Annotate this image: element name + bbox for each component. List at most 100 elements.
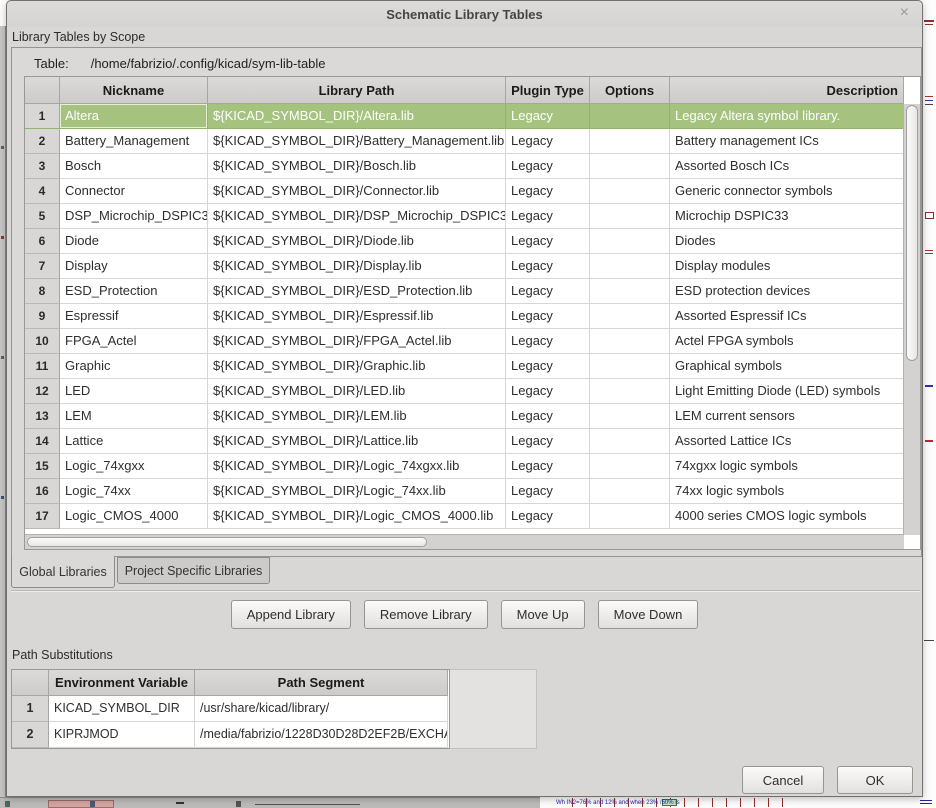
- cell-nickname[interactable]: Espressif: [60, 304, 208, 329]
- append-library-button[interactable]: Append Library: [231, 600, 351, 629]
- cell-options[interactable]: [590, 454, 670, 479]
- close-icon[interactable]: ×: [900, 4, 909, 22]
- cell-description[interactable]: 74xx logic symbols: [670, 479, 904, 504]
- cell-nickname[interactable]: Altera: [60, 104, 208, 129]
- ok-button[interactable]: OK: [837, 766, 913, 794]
- grid-corner-header[interactable]: [25, 77, 60, 104]
- cell-options[interactable]: [590, 479, 670, 504]
- horizontal-scrollbar[interactable]: [25, 534, 904, 549]
- cell-plugin-type[interactable]: Legacy: [506, 329, 590, 354]
- cell-library-path[interactable]: ${KICAD_SYMBOL_DIR}/Diode.lib: [208, 229, 506, 254]
- row-number[interactable]: 8: [25, 279, 60, 304]
- cell-options[interactable]: [590, 204, 670, 229]
- cell-library-path[interactable]: ${KICAD_SYMBOL_DIR}/Logic_CMOS_4000.lib: [208, 504, 506, 529]
- cell-path-segment[interactable]: /media/fabrizio/1228D30D28D2EF2B/EXCHANG…: [195, 722, 448, 748]
- cell-library-path[interactable]: ${KICAD_SYMBOL_DIR}/Bosch.lib: [208, 154, 506, 179]
- column-header-nickname[interactable]: Nickname: [60, 77, 208, 104]
- cell-library-path[interactable]: ${KICAD_SYMBOL_DIR}/Espressif.lib: [208, 304, 506, 329]
- row-number[interactable]: 9: [25, 304, 60, 329]
- cell-plugin-type[interactable]: Legacy: [506, 104, 590, 129]
- cell-options[interactable]: [590, 229, 670, 254]
- cell-description[interactable]: LEM current sensors: [670, 404, 904, 429]
- cell-options[interactable]: [590, 379, 670, 404]
- cell-library-path[interactable]: ${KICAD_SYMBOL_DIR}/Battery_Management.l…: [208, 129, 506, 154]
- row-number[interactable]: 17: [25, 504, 60, 529]
- cell-library-path[interactable]: ${KICAD_SYMBOL_DIR}/ESD_Protection.lib: [208, 279, 506, 304]
- row-number[interactable]: 4: [25, 179, 60, 204]
- cell-nickname[interactable]: Logic_74xgxx: [60, 454, 208, 479]
- cell-plugin-type[interactable]: Legacy: [506, 229, 590, 254]
- cell-nickname[interactable]: Diode: [60, 229, 208, 254]
- row-number[interactable]: 2: [25, 129, 60, 154]
- cell-options[interactable]: [590, 154, 670, 179]
- cell-plugin-type[interactable]: Legacy: [506, 354, 590, 379]
- tab-project-specific-libraries[interactable]: Project Specific Libraries: [117, 557, 270, 584]
- move-up-button[interactable]: Move Up: [501, 600, 585, 629]
- cell-library-path[interactable]: ${KICAD_SYMBOL_DIR}/Lattice.lib: [208, 429, 506, 454]
- cell-library-path[interactable]: ${KICAD_SYMBOL_DIR}/DSP_Microchip_DSPIC3…: [208, 204, 506, 229]
- cell-library-path[interactable]: ${KICAD_SYMBOL_DIR}/FPGA_Actel.lib: [208, 329, 506, 354]
- column-header-options[interactable]: Options: [590, 77, 670, 104]
- cell-plugin-type[interactable]: Legacy: [506, 279, 590, 304]
- cell-nickname[interactable]: Graphic: [60, 354, 208, 379]
- cell-environment-variable[interactable]: KIPRJMOD: [49, 722, 195, 748]
- cell-library-path[interactable]: ${KICAD_SYMBOL_DIR}/Display.lib: [208, 254, 506, 279]
- row-number[interactable]: 7: [25, 254, 60, 279]
- cell-nickname[interactable]: Lattice: [60, 429, 208, 454]
- cell-description[interactable]: Microchip DSPIC33: [670, 204, 904, 229]
- row-number[interactable]: 5: [25, 204, 60, 229]
- cell-options[interactable]: [590, 279, 670, 304]
- cell-environment-variable[interactable]: KICAD_SYMBOL_DIR: [49, 696, 195, 722]
- cell-plugin-type[interactable]: Legacy: [506, 304, 590, 329]
- row-number[interactable]: 16: [25, 479, 60, 504]
- cell-options[interactable]: [590, 404, 670, 429]
- column-header-plugin-type[interactable]: Plugin Type: [506, 77, 590, 104]
- cell-options[interactable]: [590, 429, 670, 454]
- cell-library-path[interactable]: ${KICAD_SYMBOL_DIR}/Logic_74xx.lib: [208, 479, 506, 504]
- cell-options[interactable]: [590, 354, 670, 379]
- cell-nickname[interactable]: LEM: [60, 404, 208, 429]
- row-number[interactable]: 6: [25, 229, 60, 254]
- row-number[interactable]: 11: [25, 354, 60, 379]
- cell-options[interactable]: [590, 129, 670, 154]
- row-number[interactable]: 3: [25, 154, 60, 179]
- cell-plugin-type[interactable]: Legacy: [506, 254, 590, 279]
- cell-description[interactable]: ESD protection devices: [670, 279, 904, 304]
- tab-global-libraries[interactable]: Global Libraries: [11, 556, 115, 588]
- cell-library-path[interactable]: ${KICAD_SYMBOL_DIR}/Graphic.lib: [208, 354, 506, 379]
- cell-library-path[interactable]: ${KICAD_SYMBOL_DIR}/LEM.lib: [208, 404, 506, 429]
- cell-plugin-type[interactable]: Legacy: [506, 429, 590, 454]
- cell-library-path[interactable]: ${KICAD_SYMBOL_DIR}/Altera.lib: [208, 104, 506, 129]
- cell-nickname[interactable]: ESD_Protection: [60, 279, 208, 304]
- cell-description[interactable]: Light Emitting Diode (LED) symbols: [670, 379, 904, 404]
- cell-nickname[interactable]: Bosch: [60, 154, 208, 179]
- cell-nickname[interactable]: LED: [60, 379, 208, 404]
- cell-nickname[interactable]: Logic_CMOS_4000: [60, 504, 208, 529]
- cell-description[interactable]: Actel FPGA symbols: [670, 329, 904, 354]
- remove-library-button[interactable]: Remove Library: [364, 600, 488, 629]
- cell-options[interactable]: [590, 254, 670, 279]
- cancel-button[interactable]: Cancel: [742, 766, 824, 794]
- cell-description[interactable]: Display modules: [670, 254, 904, 279]
- cell-nickname[interactable]: FPGA_Actel: [60, 329, 208, 354]
- row-number[interactable]: 2: [12, 722, 49, 748]
- cell-description[interactable]: Generic connector symbols: [670, 179, 904, 204]
- cell-options[interactable]: [590, 504, 670, 529]
- cell-plugin-type[interactable]: Legacy: [506, 179, 590, 204]
- row-number[interactable]: 15: [25, 454, 60, 479]
- column-header-environment-variable[interactable]: Environment Variable: [49, 670, 195, 696]
- column-header-description[interactable]: Description: [670, 77, 904, 104]
- cell-nickname[interactable]: Connector: [60, 179, 208, 204]
- row-number[interactable]: 13: [25, 404, 60, 429]
- row-number[interactable]: 10: [25, 329, 60, 354]
- vertical-scrollbar-thumb[interactable]: [906, 105, 918, 361]
- cell-description[interactable]: 74xgxx logic symbols: [670, 454, 904, 479]
- cell-description[interactable]: Assorted Bosch ICs: [670, 154, 904, 179]
- cell-description[interactable]: 4000 series CMOS logic symbols: [670, 504, 904, 529]
- cell-nickname[interactable]: Logic_74xx: [60, 479, 208, 504]
- cell-nickname[interactable]: Battery_Management: [60, 129, 208, 154]
- horizontal-scrollbar-thumb[interactable]: [27, 537, 427, 547]
- row-number[interactable]: 14: [25, 429, 60, 454]
- cell-description[interactable]: Assorted Lattice ICs: [670, 429, 904, 454]
- ps-corner-header[interactable]: [12, 670, 49, 696]
